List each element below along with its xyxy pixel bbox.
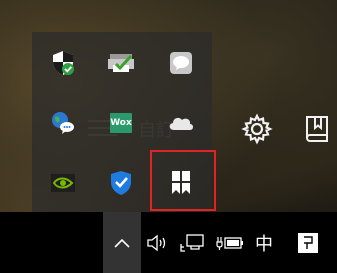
- chevron-up-icon[interactable]: [103, 212, 141, 273]
- battery-charging-icon[interactable]: [213, 212, 247, 273]
- wox-label: Wox: [110, 113, 132, 133]
- action-center-icon[interactable]: [288, 212, 328, 273]
- chat-bubble-icon[interactable]: [161, 43, 201, 83]
- network-icon[interactable]: [176, 212, 210, 273]
- taskbar: 中: [0, 212, 337, 273]
- globe-chat-icon[interactable]: [43, 103, 83, 143]
- wox-icon[interactable]: Wox: [101, 103, 141, 143]
- highlight-box: [150, 150, 216, 211]
- gear-icon[interactable]: [240, 112, 274, 146]
- ime-indicator[interactable]: 中: [248, 212, 280, 273]
- printer-check-icon[interactable]: [101, 43, 141, 83]
- shield-check-icon[interactable]: [101, 163, 141, 203]
- windows-security-shield-icon[interactable]: [43, 43, 83, 83]
- onedrive-cloud-icon[interactable]: [161, 103, 201, 143]
- nvidia-icon[interactable]: [43, 163, 83, 203]
- speaker-icon[interactable]: [143, 212, 171, 273]
- book-bookmark-icon[interactable]: [300, 112, 334, 146]
